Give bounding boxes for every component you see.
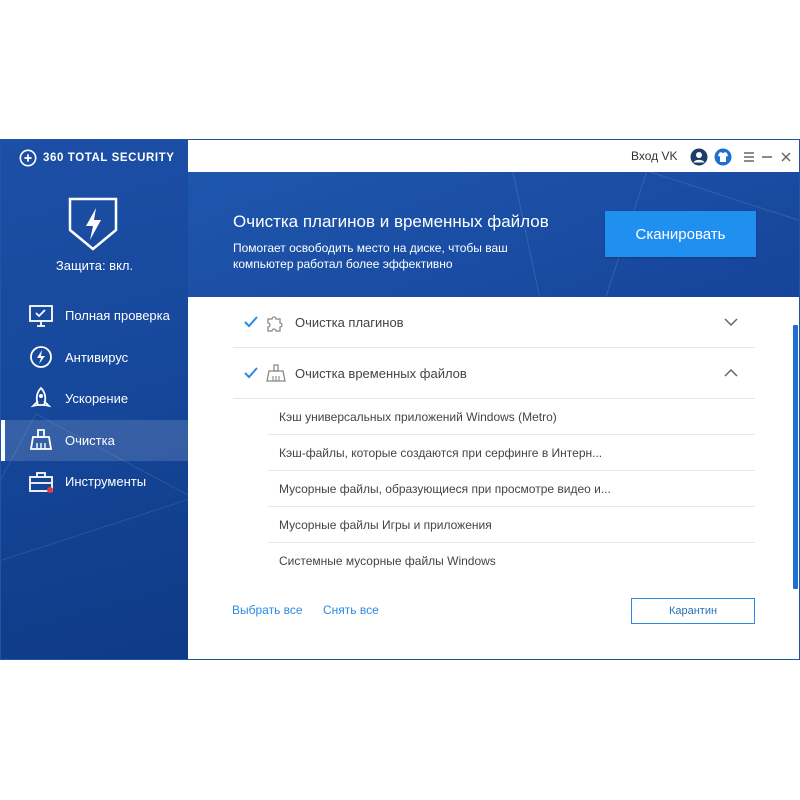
- login-vk-link[interactable]: Вход VK: [631, 149, 678, 163]
- page-title: Очистка плагинов и временных файлов: [233, 212, 549, 231]
- scrollbar[interactable]: [793, 325, 798, 589]
- rocket-icon: [30, 386, 52, 408]
- toolbox-icon: [29, 471, 53, 493]
- sidebar-item-label: Ускорение: [65, 391, 129, 407]
- list-item[interactable]: Мусорные файлы, образующиеся при просмот…: [268, 471, 755, 507]
- group-label: Очистка плагинов: [295, 314, 404, 330]
- title-bar: Вход VK: [188, 140, 799, 172]
- broom-icon: [266, 364, 286, 382]
- close-icon[interactable]: [777, 148, 795, 166]
- quarantine-button[interactable]: Карантин: [631, 598, 755, 624]
- notification-badge: [47, 486, 53, 493]
- sidebar-item-label: Антивирус: [65, 349, 129, 365]
- puzzle-icon: [267, 316, 283, 332]
- page-description: Помогает освободить место на диске, чтоб…: [233, 241, 508, 271]
- brand-name: 360 TOTAL SECURITY: [43, 152, 175, 164]
- list-item[interactable]: Мусорные файлы Игры и приложения: [268, 507, 755, 543]
- sidebar-item-label: Инструменты: [65, 474, 147, 490]
- user-icon[interactable]: [690, 148, 708, 166]
- group-plugins-cleanup[interactable]: Очистка плагинов: [233, 297, 755, 348]
- sidebar-item-full-scan[interactable]: Полная проверка: [1, 295, 188, 337]
- shield-bolt-icon: [68, 197, 118, 251]
- sidebar-item-label: Очистка: [65, 432, 115, 448]
- sidebar-item-antivirus[interactable]: Антивирус: [1, 337, 188, 379]
- list-item[interactable]: Системные мусорные файлы Windows: [268, 543, 755, 578]
- monitor-check-icon: [29, 304, 53, 327]
- header-banner: Очистка плагинов и временных файлов Помо…: [188, 172, 799, 297]
- sidebar-item-tools[interactable]: Инструменты: [1, 461, 188, 503]
- sidebar: 360 TOTAL SECURITY Защита: вкл. Полная п…: [1, 140, 188, 659]
- sidebar-item-label: Полная проверка: [65, 308, 170, 324]
- cleanup-content: Очистка плагинов Очистка временных файло…: [188, 297, 799, 659]
- protection-status: Защита: вкл.: [55, 258, 134, 273]
- tshirt-skin-icon[interactable]: [714, 148, 732, 166]
- broom-icon: [29, 429, 53, 451]
- antivirus-bolt-icon: [30, 346, 52, 369]
- list-item[interactable]: Кэш-файлы, которые создаются при серфинг…: [268, 435, 755, 471]
- sidebar-nav: Полная проверка Антивирус Ускорение Очис…: [1, 295, 188, 503]
- sidebar-item-speedup[interactable]: Ускорение: [1, 378, 188, 420]
- chevron-up-icon[interactable]: [723, 365, 739, 381]
- group-temp-files-cleanup[interactable]: Очистка временных файлов: [233, 348, 755, 399]
- deselect-all-link[interactable]: Снять все: [323, 603, 379, 617]
- app-window: 360 TOTAL SECURITY Защита: вкл. Полная п…: [0, 139, 800, 660]
- group-label: Очистка временных файлов: [295, 365, 467, 381]
- list-item[interactable]: Кэш универсальных приложений Windows (Me…: [268, 399, 755, 435]
- temp-files-list: Кэш универсальных приложений Windows (Me…: [268, 399, 755, 578]
- scan-button[interactable]: Сканировать: [605, 211, 756, 257]
- checkmark-icon[interactable]: [243, 314, 259, 330]
- chevron-down-icon[interactable]: [723, 314, 739, 330]
- minimize-icon[interactable]: [758, 148, 776, 166]
- brand: 360 TOTAL SECURITY: [19, 148, 175, 168]
- checkmark-icon[interactable]: [243, 365, 259, 381]
- select-all-link[interactable]: Выбрать все: [232, 603, 303, 617]
- menu-icon[interactable]: [740, 148, 758, 166]
- 360-logo-icon: [19, 149, 37, 167]
- sidebar-item-cleanup[interactable]: Очистка: [1, 419, 188, 461]
